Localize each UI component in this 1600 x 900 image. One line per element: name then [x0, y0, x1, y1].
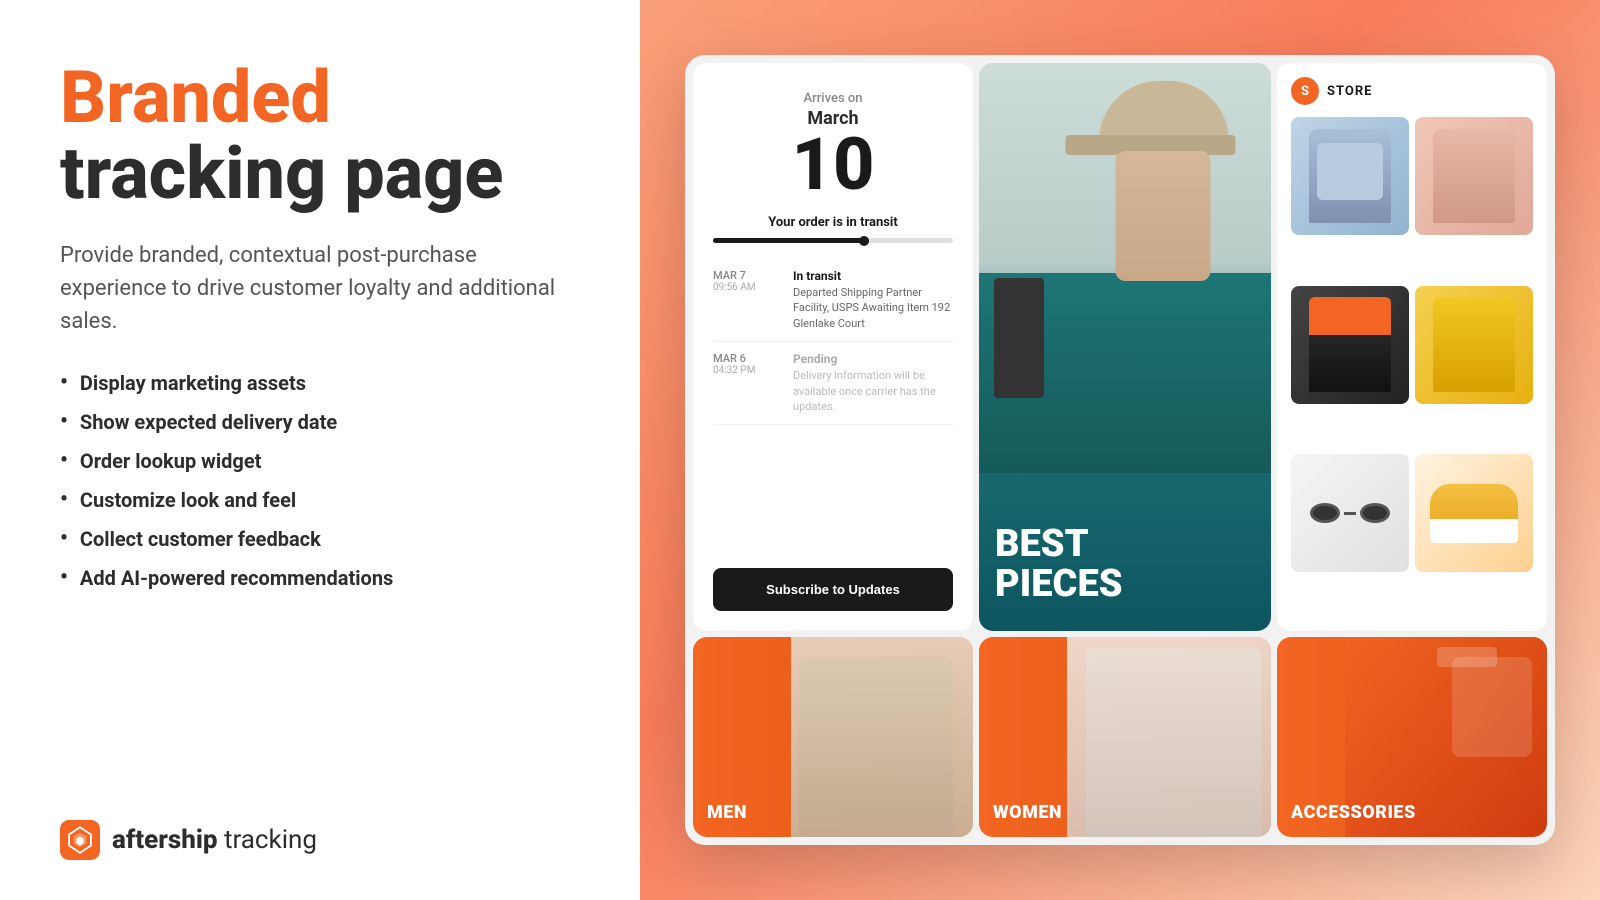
- left-panel: Branded tracking page Provide branded, c…: [0, 0, 640, 900]
- feature-item: Display marketing assets: [60, 370, 580, 395]
- aftership-logo-icon: [60, 820, 100, 860]
- logo-text: aftership tracking: [112, 825, 317, 855]
- arrives-day: 10: [713, 129, 953, 201]
- tracking-events: MAR 7 09:56 AM In transit Departed Shipp…: [713, 259, 953, 554]
- jacket-button-strip: [994, 278, 1044, 398]
- event-desc-1: Departed Shipping Partner Facility, USPS…: [793, 285, 953, 331]
- bottom-men-panel: MEN: [693, 637, 973, 837]
- hero-title: Branded tracking page: [60, 60, 580, 211]
- product-card-sneakers: [1415, 454, 1533, 572]
- feature-item: Collect customer feedback: [60, 526, 580, 551]
- right-panel: Arrives on March 10 Your order is in tra…: [640, 0, 1600, 900]
- feature-item: Customize look and feel: [60, 487, 580, 512]
- men-model-figure: [799, 657, 953, 837]
- subscribe-button[interactable]: Subscribe to Updates: [713, 568, 953, 611]
- product-grid: [1291, 117, 1533, 617]
- title-branded: Branded: [60, 60, 580, 136]
- store-label: STORE: [1327, 84, 1373, 99]
- logo-area: aftership tracking: [60, 820, 580, 860]
- tracking-event-1: MAR 7 09:56 AM In transit Departed Shipp…: [713, 259, 953, 342]
- accessories-label: ACCESSORIES: [1291, 802, 1416, 823]
- acc-handle: [1437, 647, 1497, 667]
- product-card-blue-jacket: [1291, 117, 1409, 235]
- title-tracking: tracking page: [60, 136, 580, 212]
- product-card-yellow-jacket: [1415, 286, 1533, 404]
- progress-bar: [713, 238, 953, 243]
- event-date-2: MAR 6 04:32 PM: [713, 352, 783, 414]
- store-header: S STORE: [1291, 77, 1533, 105]
- event-date-top-2: MAR 6: [713, 352, 783, 365]
- event-details-2: Pending Delivery information will be ava…: [793, 352, 953, 414]
- feature-item: Order lookup widget: [60, 448, 580, 473]
- product-card-pink-jacket: [1415, 117, 1533, 235]
- event-time-1: 09:56 AM: [713, 282, 783, 293]
- event-details-1: In transit Departed Shipping Partner Fac…: [793, 269, 953, 331]
- hero-panel: BESTPIECES: [979, 63, 1271, 631]
- left-content: Branded tracking page Provide branded, c…: [60, 60, 580, 604]
- event-desc-2: Delivery information will be available o…: [793, 368, 953, 414]
- event-date-1: MAR 7 09:56 AM: [713, 269, 783, 331]
- tracking-panel: Arrives on March 10 Your order is in tra…: [693, 63, 973, 631]
- store-panel: S STORE: [1277, 63, 1547, 631]
- progress-bar-fill: [713, 238, 869, 243]
- feature-item: Show expected delivery date: [60, 409, 580, 434]
- best-pieces-text: BESTPIECES: [995, 525, 1123, 605]
- feature-item: Add AI-powered recommendations: [60, 565, 580, 590]
- progress-dot: [859, 236, 869, 246]
- event-date-top-1: MAR 7: [713, 269, 783, 282]
- event-time-2: 04:32 PM: [713, 365, 783, 376]
- logo-suffix: tracking: [218, 825, 317, 855]
- acc-item: [1452, 657, 1532, 757]
- event-status-2: Pending: [793, 352, 953, 366]
- men-label: MEN: [707, 802, 747, 823]
- model-face: [1116, 151, 1211, 281]
- store-icon: S: [1291, 77, 1319, 105]
- women-model-figure: [1086, 647, 1261, 837]
- women-label: WOMEN: [993, 802, 1062, 823]
- product-card-black-jacket: [1291, 286, 1409, 404]
- bottom-women-panel: WOMEN: [979, 637, 1271, 837]
- browser-card: Arrives on March 10 Your order is in tra…: [685, 55, 1555, 845]
- arrives-label: Arrives on: [713, 91, 953, 106]
- logo-brand: aftership: [112, 825, 218, 855]
- bottom-accessories-panel: ACCESSORIES: [1277, 637, 1547, 837]
- product-card-sunglasses: [1291, 454, 1409, 572]
- features-list: Display marketing assets Show expected d…: [60, 370, 580, 590]
- event-status-1: In transit: [793, 269, 953, 283]
- description-text: Provide branded, contextual post-purchas…: [60, 239, 580, 338]
- tracking-event-2: MAR 6 04:32 PM Pending Delivery informat…: [713, 342, 953, 425]
- in-transit-label: Your order is in transit: [713, 215, 953, 230]
